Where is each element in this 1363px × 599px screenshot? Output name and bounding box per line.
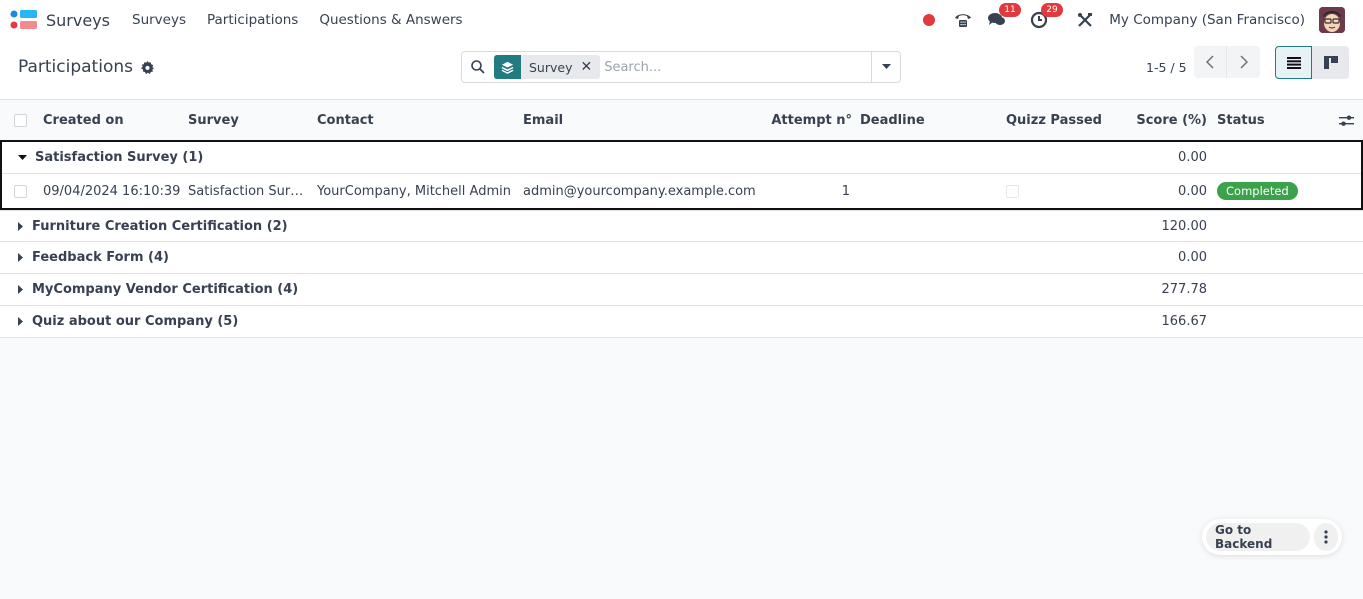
quizz-passed-checkbox: [1006, 174, 1019, 208]
search-options-toggle[interactable]: [871, 52, 900, 82]
cell-email: admin@yourcompany.example.com: [523, 183, 756, 199]
phone-icon[interactable]: [953, 10, 973, 30]
activities-badge: 29: [1041, 3, 1063, 17]
caret-right-icon: [18, 285, 23, 294]
facet-label: Survey: [529, 59, 573, 75]
group-row[interactable]: Furniture Creation Certification (2) 120…: [0, 210, 1363, 242]
group-label: Quiz about our Company (5): [32, 314, 239, 329]
row-checkbox[interactable]: [14, 174, 27, 208]
caret-down-icon: [881, 64, 891, 69]
menu-participations[interactable]: Participations: [207, 12, 298, 28]
search-icon[interactable]: [462, 60, 494, 74]
surveys-app-icon[interactable]: [10, 10, 38, 30]
group-score: 166.67: [1161, 314, 1208, 329]
column-deadline[interactable]: Deadline: [860, 100, 925, 140]
group-score: 0.00: [1178, 250, 1207, 265]
app-name[interactable]: Surveys: [46, 11, 110, 30]
group-label: Furniture Creation Certification (2): [32, 218, 288, 234]
column-status[interactable]: Status: [1217, 100, 1265, 140]
column-attempt[interactable]: Attempt n°: [760, 100, 852, 140]
column-survey[interactable]: Survey: [188, 100, 239, 140]
pager-nav: [1194, 46, 1260, 78]
group-score: 0.00: [1178, 150, 1207, 165]
optional-columns-toggle-icon[interactable]: [1339, 100, 1354, 140]
breadcrumb: Participations: [18, 57, 154, 77]
layers-icon: [494, 55, 521, 79]
select-all-checkbox[interactable]: [14, 100, 27, 140]
activities-clock-icon[interactable]: 29: [1029, 3, 1063, 30]
column-score[interactable]: Score (%): [1110, 100, 1207, 140]
column-contact[interactable]: Contact: [317, 100, 374, 140]
gear-icon[interactable]: [140, 60, 154, 74]
group-score: 277.78: [1161, 282, 1208, 297]
group-row[interactable]: MyCompany Vendor Certification (4) 277.7…: [0, 274, 1363, 306]
user-avatar[interactable]: [1319, 7, 1345, 33]
group-row[interactable]: Feedback Form (4) 0.00: [0, 242, 1363, 274]
recording-indicator-icon[interactable]: [919, 10, 939, 30]
list-icon: [1286, 56, 1301, 69]
cell-survey: Satisfaction Sur…: [188, 183, 304, 199]
cell-attempt: 1: [841, 183, 850, 199]
view-switcher: [1275, 46, 1349, 79]
cell-created-on: 09/04/2024 16:10:39: [43, 183, 181, 199]
floating-actions: Go to Backend: [1202, 519, 1342, 555]
kanban-icon: [1323, 56, 1338, 69]
group-row[interactable]: Quiz about our Company (5) 166.67: [0, 306, 1363, 338]
cell-score: 0.00: [1178, 183, 1207, 199]
group-label: Satisfaction Survey (1): [35, 150, 204, 165]
go-to-backend-button[interactable]: Go to Backend: [1206, 523, 1310, 551]
group-score: 120.00: [1161, 218, 1208, 234]
search-bar: Survey ✕: [461, 51, 901, 83]
group-satisfaction-survey: Satisfaction Survey (1) 0.00 09/04/2024 …: [0, 140, 1363, 210]
more-options-icon[interactable]: [1313, 523, 1338, 551]
top-navbar: Surveys Surveys Participations Questions…: [0, 0, 1363, 40]
column-quizz-passed[interactable]: Quizz Passed: [1006, 100, 1102, 140]
menu-surveys[interactable]: Surveys: [132, 12, 186, 28]
group-label: MyCompany Vendor Certification (4): [32, 282, 299, 297]
status-badge: Completed: [1217, 182, 1298, 200]
search-input[interactable]: [604, 59, 871, 75]
table-header: Created on Survey Contact Email Attempt …: [0, 100, 1363, 140]
column-created-on[interactable]: Created on: [43, 100, 124, 140]
search-facet-survey: Survey ✕: [494, 55, 601, 79]
caret-down-icon: [18, 154, 27, 160]
caret-right-icon: [18, 221, 23, 231]
status-cell: Completed: [1217, 174, 1298, 208]
pager-value[interactable]: 1-5 / 5: [1146, 60, 1187, 75]
participations-list: Created on Survey Contact Email Attempt …: [0, 100, 1363, 338]
cell-contact: YourCompany, Mitchell Admin: [317, 183, 511, 199]
caret-right-icon: [18, 317, 23, 326]
column-email[interactable]: Email: [523, 100, 563, 140]
menu-questions-answers[interactable]: Questions & Answers: [319, 12, 462, 28]
control-panel: Participations Survey ✕ 1-5 / 5: [0, 40, 1363, 100]
list-view-button[interactable]: [1275, 46, 1312, 79]
facet-remove-icon[interactable]: ✕: [580, 59, 600, 75]
group-row[interactable]: Satisfaction Survey (1) 0.00: [2, 142, 1361, 174]
table-row[interactable]: 09/04/2024 16:10:39 Satisfaction Sur… Yo…: [2, 174, 1361, 208]
caret-right-icon: [18, 253, 23, 262]
messages-icon[interactable]: 11: [987, 3, 1021, 30]
kanban-view-button[interactable]: [1312, 46, 1349, 79]
pager-next-button[interactable]: [1227, 46, 1260, 78]
company-switcher[interactable]: My Company (San Francisco): [1109, 12, 1305, 28]
group-label: Feedback Form (4): [32, 250, 169, 265]
pager-previous-button[interactable]: [1194, 46, 1227, 78]
messages-badge: 11: [999, 3, 1021, 17]
page-title: Participations: [18, 57, 133, 77]
settings-tools-icon[interactable]: [1075, 10, 1095, 30]
